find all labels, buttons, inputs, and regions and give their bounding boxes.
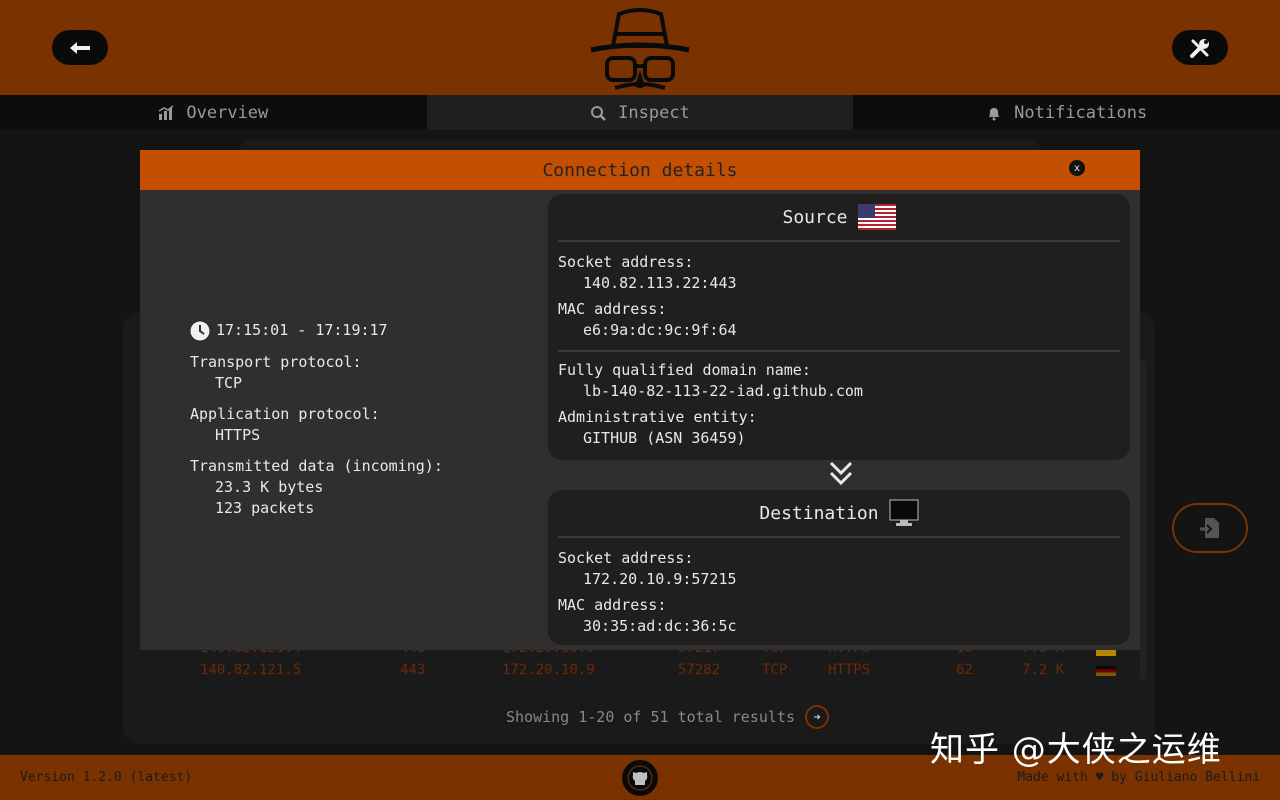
- data-bytes: 23.3 K bytes: [215, 478, 324, 496]
- data-label: Transmitted data (incoming):: [190, 457, 443, 475]
- destination-mac-value: 30:35:ad:dc:36:5c: [583, 617, 737, 635]
- cell-bytes: 7.2 K: [1022, 662, 1065, 678]
- source-admin-label: Administrative entity:: [558, 408, 757, 426]
- settings-button[interactable]: [1172, 30, 1228, 65]
- destination-mac-label: MAC address:: [558, 596, 667, 614]
- us-flag-icon: [857, 204, 896, 230]
- arrow-left-icon: [70, 41, 90, 54]
- tab-label: Inspect: [618, 102, 690, 123]
- source-title-row: Source: [548, 194, 1130, 240]
- sniffnet-logo: [590, 8, 690, 90]
- source-title: Source: [782, 206, 848, 228]
- table-row[interactable]: 140.82.121.5 443 172.20.10.9 57282 TCP H…: [140, 662, 1140, 684]
- application-value: HTTPS: [215, 426, 261, 444]
- pagination: Showing 1-20 of 51 total results ➜: [506, 705, 829, 729]
- pagination-text: Showing 1-20 of 51 total results: [506, 708, 795, 726]
- github-icon: [627, 765, 653, 791]
- source-fqdn-label: Fully qualified domain name:: [558, 361, 811, 379]
- destination-socket-label: Socket address:: [558, 549, 694, 567]
- cell-packets: 62: [956, 662, 973, 678]
- transport-value: TCP: [215, 374, 243, 392]
- destination-socket-value: 172.20.10.9:57215: [583, 570, 737, 588]
- credits-label: Made with ♥ by Giuliano Bellini: [1017, 770, 1260, 785]
- export-report-button[interactable]: [1172, 503, 1248, 553]
- modal-header: Connection details: [140, 150, 1140, 190]
- transport-label: Transport protocol:: [190, 353, 362, 371]
- source-admin-value: GITHUB (ASN 36459): [583, 429, 746, 447]
- time-range: 17:15:01 - 17:19:17: [216, 321, 388, 339]
- source-mac-value: e6:9a:dc:9c:9f:64: [583, 321, 737, 339]
- flag-icon: [1096, 666, 1116, 676]
- connection-details-modal: Connection details x 17:15:01 - 17:19:17…: [140, 150, 1140, 650]
- tab-label: Notifications: [1014, 102, 1148, 123]
- source-panel: Source Socket address: 140.82.113.22:443…: [548, 194, 1130, 460]
- cell-src: 140.82.121.5: [200, 662, 302, 678]
- github-button[interactable]: [622, 760, 658, 796]
- watermark-text: 知乎 @大侠之运维: [930, 730, 1222, 770]
- connection-summary: 17:15:01 - 17:19:17 Transport protocol: …: [190, 320, 540, 529]
- time-range-row: 17:15:01 - 17:19:17: [190, 320, 540, 341]
- destination-addresses: Socket address: 172.20.10.9:57215 MAC ad…: [558, 548, 737, 642]
- destination-title: Destination: [759, 502, 879, 524]
- file-export-icon: [1200, 518, 1219, 538]
- source-addresses: Socket address: 140.82.113.22:443 MAC ad…: [558, 252, 737, 346]
- wrench-icon: [1190, 38, 1209, 58]
- table-scrollbar[interactable]: [1140, 360, 1146, 680]
- search-icon: [591, 105, 607, 121]
- computer-icon: [889, 499, 919, 526]
- app-header: [0, 0, 1280, 95]
- back-button[interactable]: [52, 30, 108, 65]
- divider: [558, 536, 1120, 538]
- destination-panel: Destination Socket address: 172.20.10.9:…: [548, 490, 1130, 645]
- tab-label: Overview: [186, 102, 269, 123]
- close-button[interactable]: x: [1069, 160, 1085, 176]
- arrow-right-icon: ➜: [813, 710, 821, 724]
- source-fqdn-value: lb-140-82-113-22-iad.github.com: [583, 382, 863, 400]
- application-label: Application protocol:: [190, 405, 380, 423]
- source-socket-label: Socket address:: [558, 253, 694, 271]
- double-chevron-down-icon: [829, 461, 853, 486]
- data-group: Transmitted data (incoming): 23.3 K byte…: [190, 456, 540, 519]
- clock-icon: [190, 321, 210, 340]
- cell-dst: 172.20.10.9: [502, 662, 595, 678]
- main-tabs: Overview Inspect Notifications: [0, 95, 1280, 130]
- cell-dstport: 57282: [678, 662, 721, 678]
- chart-icon: [159, 104, 174, 120]
- tab-notifications[interactable]: Notifications: [853, 95, 1280, 130]
- bell-icon: [989, 107, 1000, 120]
- version-label[interactable]: Version 1.2.0 (latest): [20, 770, 192, 785]
- divider: [558, 350, 1120, 352]
- cell-app: HTTPS: [828, 662, 871, 678]
- destination-title-row: Destination: [548, 490, 1130, 536]
- close-icon: x: [1073, 162, 1081, 174]
- data-packets: 123 packets: [215, 499, 315, 517]
- source-socket-value: 140.82.113.22:443: [583, 274, 737, 292]
- tab-inspect[interactable]: Inspect: [426, 95, 854, 130]
- transport-group: Transport protocol: TCP: [190, 352, 540, 394]
- source-host-info: Fully qualified domain name: lb-140-82-1…: [558, 360, 863, 454]
- modal-title: Connection details: [542, 159, 738, 181]
- tab-overview[interactable]: Overview: [0, 95, 427, 130]
- cell-proto: TCP: [762, 662, 788, 678]
- source-mac-label: MAC address:: [558, 300, 667, 318]
- application-group: Application protocol: HTTPS: [190, 404, 540, 446]
- next-page-button[interactable]: ➜: [804, 705, 829, 729]
- cell-srcport: 443: [400, 662, 426, 678]
- divider: [558, 240, 1120, 242]
